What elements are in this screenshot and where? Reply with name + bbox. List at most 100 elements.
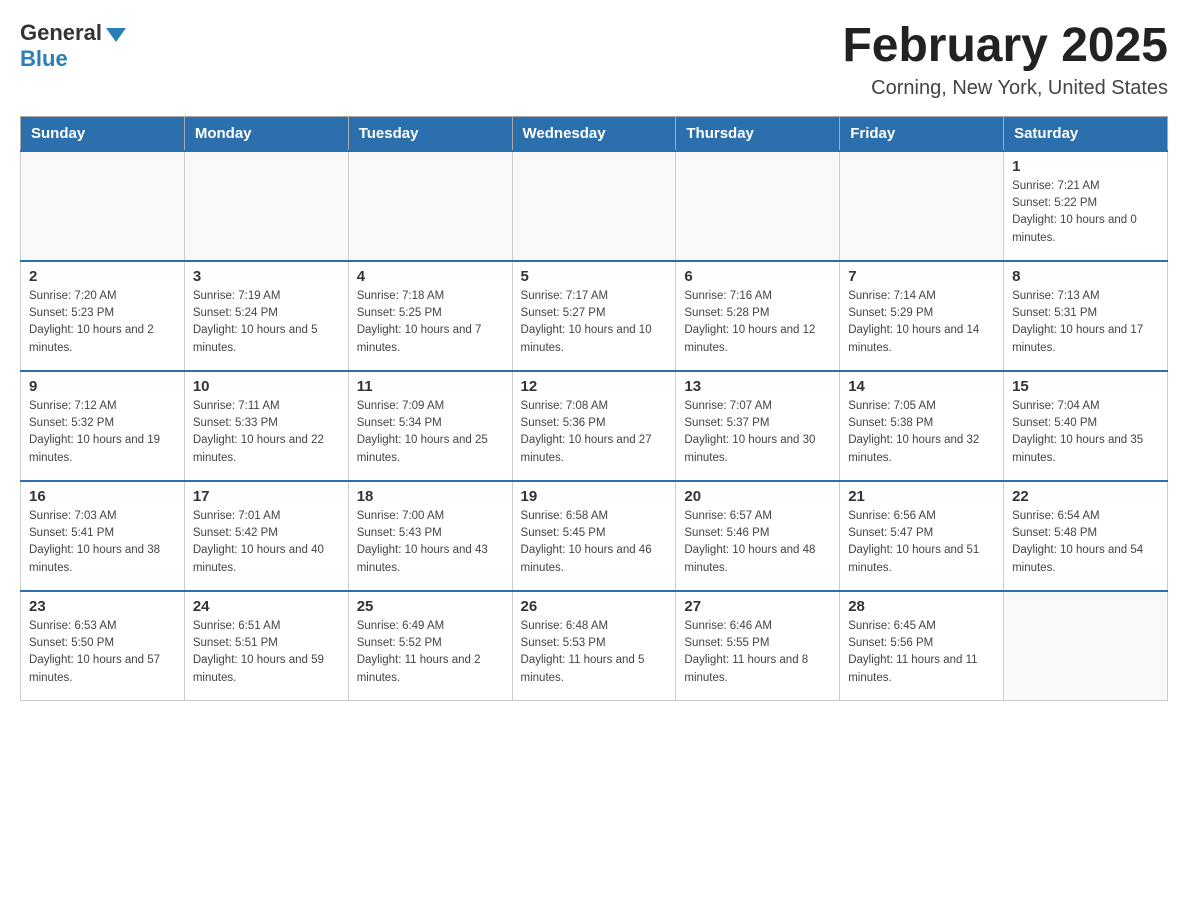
day-info: Sunrise: 7:19 AMSunset: 5:24 PMDaylight:… xyxy=(193,288,340,357)
calendar-cell: 26 Sunrise: 6:48 AMSunset: 5:53 PMDayligh… xyxy=(512,591,676,701)
day-number: 15 xyxy=(1012,378,1159,395)
calendar-cell: 12Sunrise: 7:08 AMSunset: 5:36 PMDayligh… xyxy=(512,371,676,481)
day-number: 20 xyxy=(684,488,831,505)
day-info: Sunrise: 6:51 AMSunset: 5:51 PMDaylight:… xyxy=(193,618,340,687)
day-info: Sunrise: 7:05 AMSunset: 5:38 PMDaylight:… xyxy=(848,398,995,467)
page-subtitle: Corning, New York, United States xyxy=(842,77,1168,100)
calendar-cell: 10 Sunrise: 7:11 AMSunset: 5:33 PMDayligh… xyxy=(184,371,348,481)
page-title: February 2025 xyxy=(842,20,1168,73)
day-info: Sunrise: 7:07 AMSunset: 5:37 PMDaylight:… xyxy=(684,398,831,467)
day-number: 5 xyxy=(521,268,668,285)
weekday-header-row: SundayMondayTuesdayWednesdayThursdayFrid… xyxy=(21,116,1168,151)
day-number: 9 xyxy=(29,378,176,395)
weekday-header-thursday: Thursday xyxy=(676,116,840,151)
day-info: Sunrise: 6:53 AMSunset: 5:50 PMDaylight:… xyxy=(29,618,176,687)
day-number: 16 xyxy=(29,488,176,505)
day-info: Sunrise: 7:16 AMSunset: 5:28 PMDaylight:… xyxy=(684,288,831,357)
calendar-cell: 9 Sunrise: 7:12 AMSunset: 5:32 PMDaylight… xyxy=(21,371,185,481)
logo: General Blue xyxy=(20,20,126,72)
calendar-cell: 27 Sunrise: 6:46 AMSunset: 5:55 PMDayligh… xyxy=(676,591,840,701)
day-info: Sunrise: 7:01 AMSunset: 5:42 PMDaylight:… xyxy=(193,508,340,577)
day-number: 22 xyxy=(1012,488,1159,505)
weekday-header-friday: Friday xyxy=(840,116,1004,151)
day-info: Sunrise: 6:56 AMSunset: 5:47 PMDaylight:… xyxy=(848,508,995,577)
day-info: Sunrise: 6:45 AMSunset: 5:56 PMDaylight:… xyxy=(848,618,995,687)
calendar-cell: 4 Sunrise: 7:18 AMSunset: 5:25 PMDaylight… xyxy=(348,261,512,371)
calendar-cell: 5 Sunrise: 7:17 AMSunset: 5:27 PMDaylight… xyxy=(512,261,676,371)
day-number: 3 xyxy=(193,268,340,285)
day-info: Sunrise: 7:17 AMSunset: 5:27 PMDaylight:… xyxy=(521,288,668,357)
day-number: 13 xyxy=(684,378,831,395)
day-number: 28 xyxy=(848,598,995,615)
day-info: Sunrise: 6:46 AMSunset: 5:55 PMDaylight:… xyxy=(684,618,831,687)
weekday-header-tuesday: Tuesday xyxy=(348,116,512,151)
day-info: Sunrise: 6:57 AMSunset: 5:46 PMDaylight:… xyxy=(684,508,831,577)
calendar-cell: 15 Sunrise: 7:04 AMSunset: 5:40 PMDayligh… xyxy=(1004,371,1168,481)
week-row-2: 2 Sunrise: 7:20 AMSunset: 5:23 PMDaylight… xyxy=(21,261,1168,371)
day-number: 19 xyxy=(521,488,668,505)
calendar-cell: 18Sunrise: 7:00 AMSunset: 5:43 PMDayligh… xyxy=(348,481,512,591)
weekday-header-saturday: Saturday xyxy=(1004,116,1168,151)
day-number: 26 xyxy=(521,598,668,615)
calendar-cell: 22 Sunrise: 6:54 AMSunset: 5:48 PMDayligh… xyxy=(1004,481,1168,591)
day-number: 25 xyxy=(357,598,504,615)
day-info: Sunrise: 7:11 AMSunset: 5:33 PMDaylight:… xyxy=(193,398,340,467)
calendar-cell: 6Sunrise: 7:16 AMSunset: 5:28 PMDaylight… xyxy=(676,261,840,371)
calendar-cell: 13 Sunrise: 7:07 AMSunset: 5:37 PMDayligh… xyxy=(676,371,840,481)
day-number: 4 xyxy=(357,268,504,285)
calendar-cell: 3 Sunrise: 7:19 AMSunset: 5:24 PMDaylight… xyxy=(184,261,348,371)
day-number: 17 xyxy=(193,488,340,505)
calendar-cell: 1 Sunrise: 7:21 AMSunset: 5:22 PMDaylight… xyxy=(1004,151,1168,261)
calendar-cell: 23 Sunrise: 6:53 AMSunset: 5:50 PMDayligh… xyxy=(21,591,185,701)
day-info: Sunrise: 7:12 AMSunset: 5:32 PMDaylight:… xyxy=(29,398,176,467)
calendar-cell: 11 Sunrise: 7:09 AMSunset: 5:34 PMDayligh… xyxy=(348,371,512,481)
calendar-cell xyxy=(512,151,676,261)
day-number: 27 xyxy=(684,598,831,615)
day-number: 11 xyxy=(357,378,504,395)
day-info: Sunrise: 6:54 AMSunset: 5:48 PMDaylight:… xyxy=(1012,508,1159,577)
day-number: 24 xyxy=(193,598,340,615)
day-info: Sunrise: 6:49 AMSunset: 5:52 PMDaylight:… xyxy=(357,618,504,687)
day-number: 12 xyxy=(521,378,668,395)
day-number: 1 xyxy=(1012,158,1159,175)
calendar-cell xyxy=(840,151,1004,261)
calendar-cell xyxy=(21,151,185,261)
week-row-5: 23 Sunrise: 6:53 AMSunset: 5:50 PMDayligh… xyxy=(21,591,1168,701)
day-number: 18 xyxy=(357,488,504,505)
day-info: Sunrise: 6:48 AMSunset: 5:53 PMDaylight:… xyxy=(521,618,668,687)
day-info: Sunrise: 7:21 AMSunset: 5:22 PMDaylight:… xyxy=(1012,178,1159,247)
calendar-cell: 7 Sunrise: 7:14 AMSunset: 5:29 PMDaylight… xyxy=(840,261,1004,371)
calendar-cell: 14 Sunrise: 7:05 AMSunset: 5:38 PMDayligh… xyxy=(840,371,1004,481)
day-info: Sunrise: 7:20 AMSunset: 5:23 PMDaylight:… xyxy=(29,288,176,357)
week-row-3: 9 Sunrise: 7:12 AMSunset: 5:32 PMDaylight… xyxy=(21,371,1168,481)
day-info: Sunrise: 7:13 AMSunset: 5:31 PMDaylight:… xyxy=(1012,288,1159,357)
weekday-header-wednesday: Wednesday xyxy=(512,116,676,151)
logo-triangle-icon xyxy=(106,28,126,42)
calendar-cell: 16 Sunrise: 7:03 AMSunset: 5:41 PMDayligh… xyxy=(21,481,185,591)
day-info: Sunrise: 7:03 AMSunset: 5:41 PMDaylight:… xyxy=(29,508,176,577)
day-info: Sunrise: 7:18 AMSunset: 5:25 PMDaylight:… xyxy=(357,288,504,357)
day-number: 14 xyxy=(848,378,995,395)
day-info: Sunrise: 7:14 AMSunset: 5:29 PMDaylight:… xyxy=(848,288,995,357)
day-number: 10 xyxy=(193,378,340,395)
calendar-cell: 8 Sunrise: 7:13 AMSunset: 5:31 PMDaylight… xyxy=(1004,261,1168,371)
calendar-cell: 21Sunrise: 6:56 AMSunset: 5:47 PMDayligh… xyxy=(840,481,1004,591)
weekday-header-monday: Monday xyxy=(184,116,348,151)
day-number: 7 xyxy=(848,268,995,285)
calendar-cell xyxy=(184,151,348,261)
day-number: 8 xyxy=(1012,268,1159,285)
logo-general-text: General xyxy=(20,20,126,46)
calendar-cell xyxy=(348,151,512,261)
week-row-4: 16 Sunrise: 7:03 AMSunset: 5:41 PMDayligh… xyxy=(21,481,1168,591)
day-number: 2 xyxy=(29,268,176,285)
weekday-header-sunday: Sunday xyxy=(21,116,185,151)
calendar-table: SundayMondayTuesdayWednesdayThursdayFrid… xyxy=(20,116,1168,702)
day-info: Sunrise: 7:04 AMSunset: 5:40 PMDaylight:… xyxy=(1012,398,1159,467)
day-info: Sunrise: 6:58 AMSunset: 5:45 PMDaylight:… xyxy=(521,508,668,577)
calendar-cell: 28 Sunrise: 6:45 AMSunset: 5:56 PMDayligh… xyxy=(840,591,1004,701)
calendar-cell: 24 Sunrise: 6:51 AMSunset: 5:51 PMDayligh… xyxy=(184,591,348,701)
calendar-cell: 20 Sunrise: 6:57 AMSunset: 5:46 PMDayligh… xyxy=(676,481,840,591)
day-info: Sunrise: 7:09 AMSunset: 5:34 PMDaylight:… xyxy=(357,398,504,467)
page-header: General Blue February 2025 Corning, New … xyxy=(20,20,1168,100)
day-number: 23 xyxy=(29,598,176,615)
